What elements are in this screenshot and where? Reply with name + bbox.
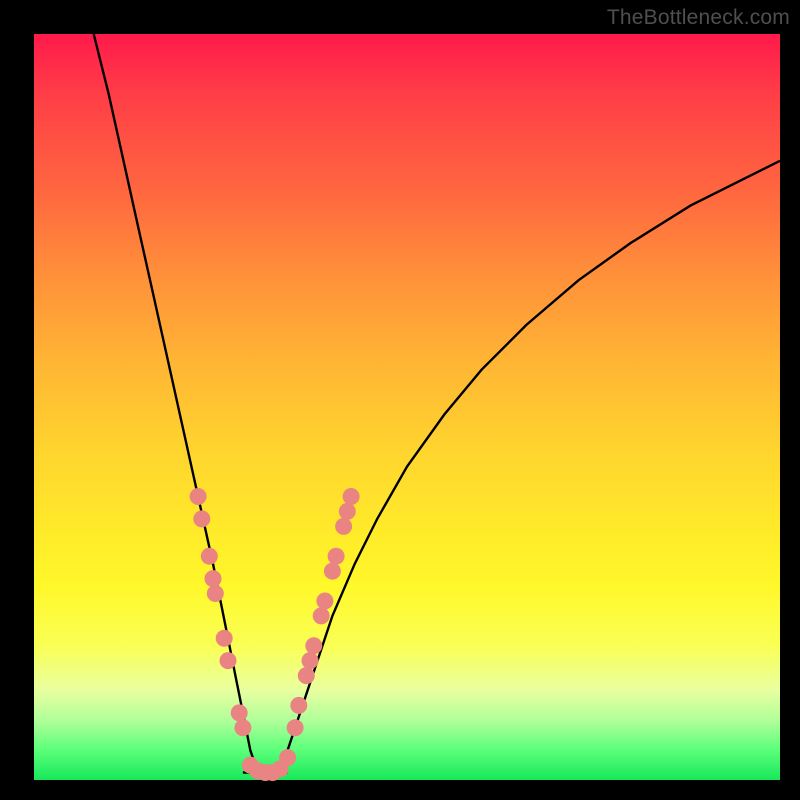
data-marker bbox=[328, 548, 345, 565]
data-marker bbox=[231, 704, 248, 721]
chart-svg bbox=[34, 34, 780, 780]
data-marker bbox=[216, 630, 233, 647]
data-marker bbox=[324, 563, 341, 580]
data-marker bbox=[316, 593, 333, 610]
curve-right bbox=[280, 161, 780, 773]
chart-container: TheBottleneck.com bbox=[0, 0, 800, 800]
data-marker bbox=[313, 607, 330, 624]
data-marker bbox=[287, 719, 304, 736]
curve-group bbox=[94, 34, 780, 773]
data-marker bbox=[339, 503, 356, 520]
data-marker bbox=[207, 585, 224, 602]
data-marker bbox=[201, 548, 218, 565]
data-marker bbox=[343, 488, 360, 505]
data-marker bbox=[290, 697, 307, 714]
data-marker bbox=[305, 637, 322, 654]
markers-group bbox=[190, 488, 360, 781]
plot-area bbox=[34, 34, 780, 780]
data-marker bbox=[302, 652, 319, 669]
data-marker bbox=[279, 749, 296, 766]
data-marker bbox=[190, 488, 207, 505]
data-marker bbox=[298, 667, 315, 684]
data-marker bbox=[193, 510, 210, 527]
watermark-text: TheBottleneck.com bbox=[607, 6, 790, 30]
data-marker bbox=[205, 570, 222, 587]
data-marker bbox=[335, 518, 352, 535]
data-marker bbox=[234, 719, 251, 736]
data-marker bbox=[220, 652, 237, 669]
